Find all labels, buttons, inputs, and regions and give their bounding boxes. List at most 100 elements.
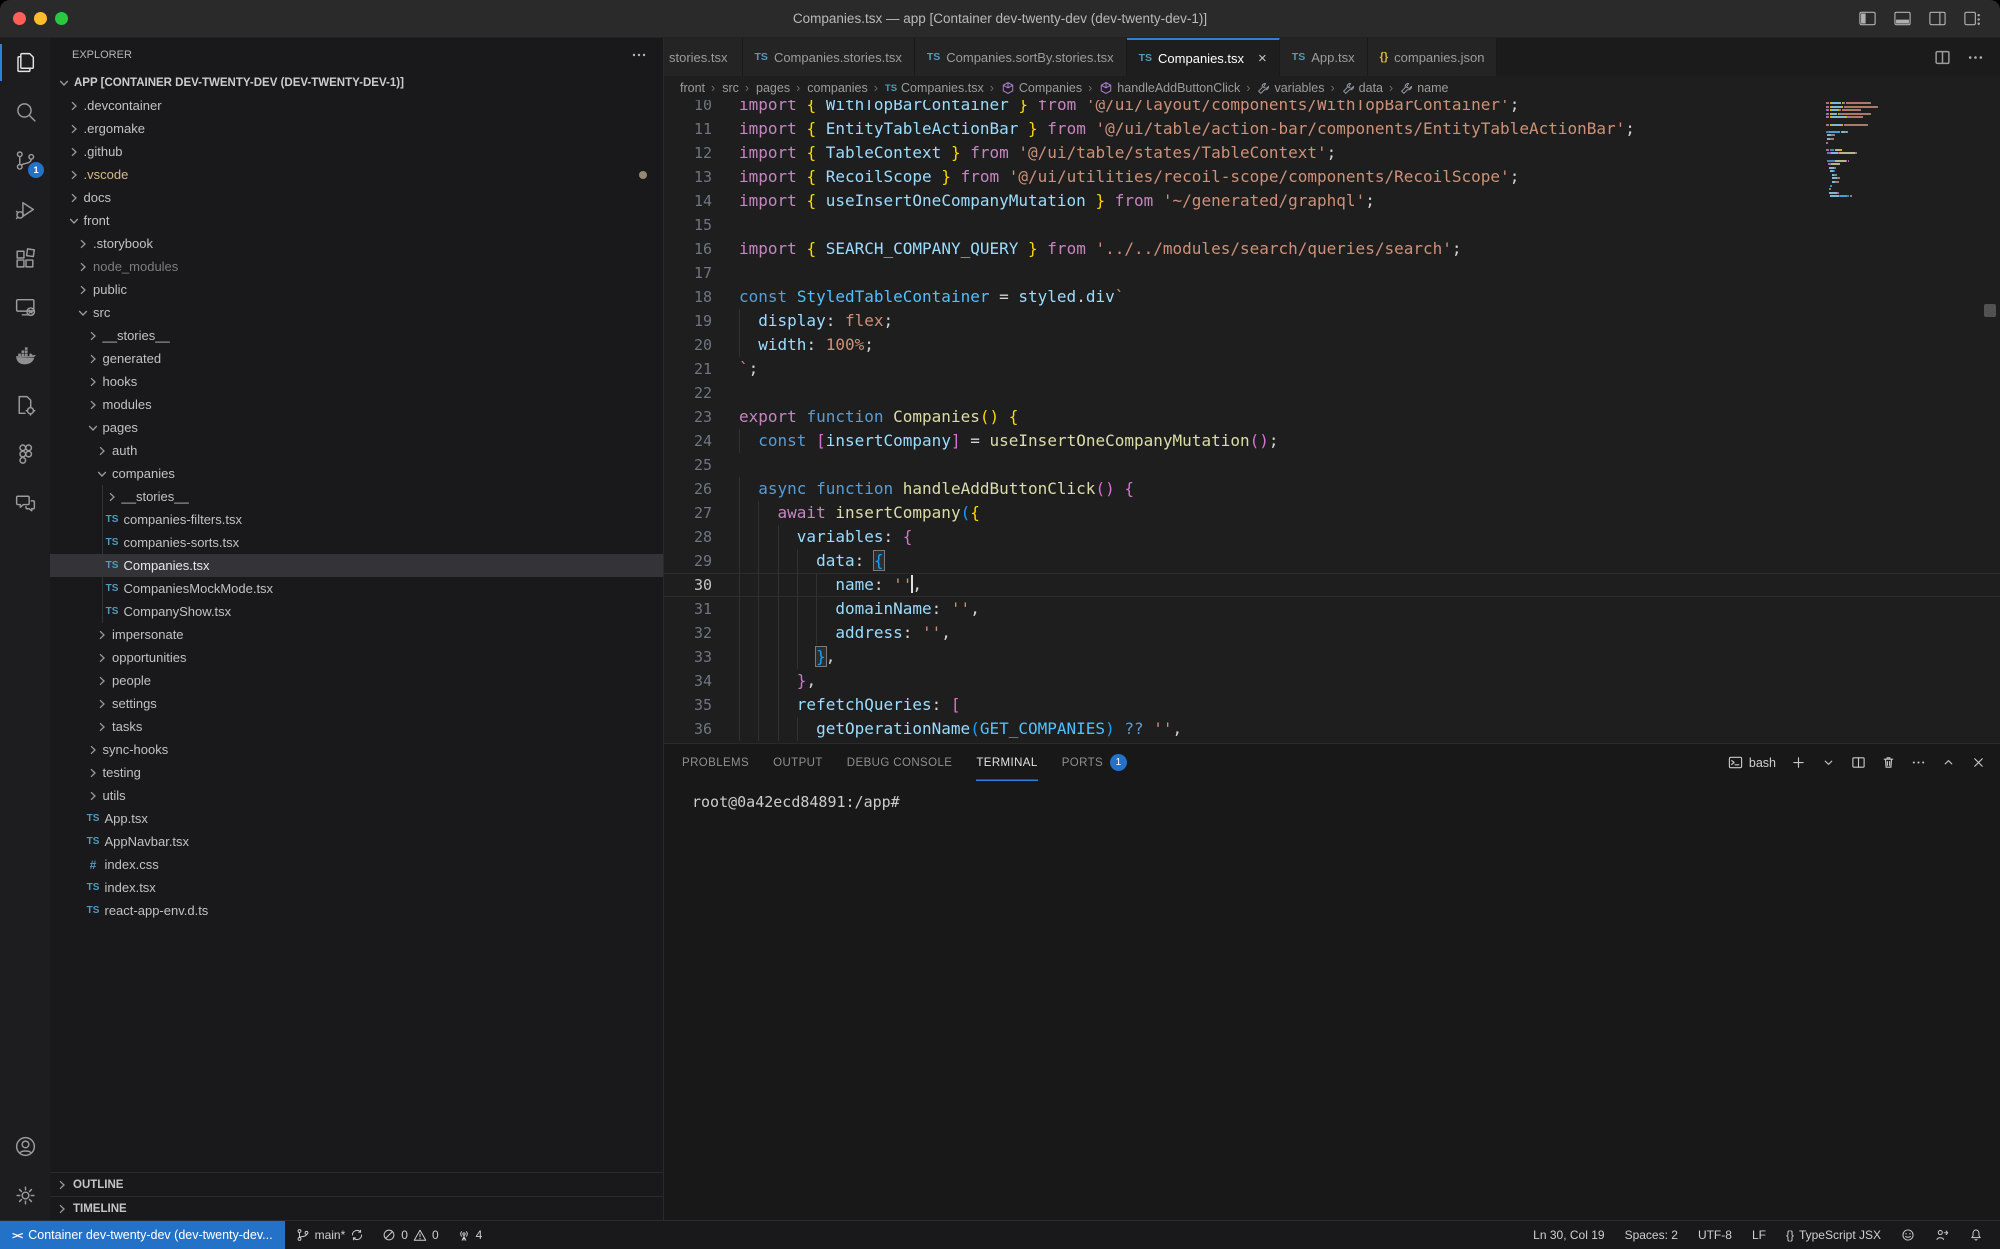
close-panel-icon[interactable] bbox=[1971, 755, 1986, 770]
editor-tab-companies-sortby-stories-tsx[interactable]: TSCompanies.sortBy.stories.tsx bbox=[915, 38, 1127, 76]
maximize-panel-icon[interactable] bbox=[1941, 755, 1956, 770]
code-line-27[interactable]: 27 await insertCompany({ bbox=[664, 501, 2000, 525]
remote-indicator[interactable]: >< Container dev-twenty-dev (dev-twenty-… bbox=[0, 1221, 285, 1249]
code-line-22[interactable]: 22 bbox=[664, 381, 2000, 405]
tree-folder--stories-[interactable]: __stories__ bbox=[50, 324, 663, 347]
tree-file-appnavbar-tsx[interactable]: TSAppNavbar.tsx bbox=[50, 830, 663, 853]
minimize-window-button[interactable] bbox=[34, 12, 47, 25]
toggle-sidebar-icon[interactable] bbox=[1858, 9, 1877, 28]
eol-sequence[interactable]: LF bbox=[1745, 1221, 1773, 1249]
accounts-icon[interactable] bbox=[0, 1122, 50, 1171]
tree-folder-testing[interactable]: testing bbox=[50, 761, 663, 784]
code-line-25[interactable]: 25 bbox=[664, 453, 2000, 477]
code-line-12[interactable]: 12import { TableContext } from '@/ui/tab… bbox=[664, 141, 2000, 165]
source-control-icon[interactable]: 1 bbox=[0, 136, 50, 185]
minimap[interactable] bbox=[1826, 102, 1916, 199]
terminal-dropdown-chevron-icon[interactable] bbox=[1821, 755, 1836, 770]
tree-folder--vscode[interactable]: .vscode bbox=[50, 163, 663, 186]
close-window-button[interactable] bbox=[13, 12, 26, 25]
tree-folder-tasks[interactable]: tasks bbox=[50, 715, 663, 738]
tree-folder-modules[interactable]: modules bbox=[50, 393, 663, 416]
toggle-panel-icon[interactable] bbox=[1893, 9, 1912, 28]
breadcrumb-item-companies[interactable]: ›companies bbox=[793, 81, 868, 95]
tree-folder-node-modules[interactable]: node_modules bbox=[50, 255, 663, 278]
tree-file-companies-tsx[interactable]: TSCompanies.tsx bbox=[50, 554, 663, 577]
code-line-26[interactable]: 26 async function handleAddButtonClick()… bbox=[664, 477, 2000, 501]
terminal-shell-selector[interactable]: bash bbox=[1728, 755, 1776, 770]
zoom-window-button[interactable] bbox=[55, 12, 68, 25]
breadcrumb-item-variables[interactable]: ›variables bbox=[1243, 81, 1324, 95]
tree-folder-auth[interactable]: auth bbox=[50, 439, 663, 462]
tree-folder--stories-[interactable]: __stories__ bbox=[50, 485, 663, 508]
tree-file-companies-filters-tsx[interactable]: TScompanies-filters.tsx bbox=[50, 508, 663, 531]
explorer-icon[interactable] bbox=[0, 38, 50, 87]
editor-tab-companies-tsx[interactable]: TSCompanies.tsx× bbox=[1127, 38, 1280, 76]
cursor-position[interactable]: Ln 30, Col 19 bbox=[1526, 1221, 1611, 1249]
tree-folder-companies[interactable]: companies bbox=[50, 462, 663, 485]
remote-explorer-icon[interactable] bbox=[0, 283, 50, 332]
tree-folder-app-container-dev-twenty-dev-dev-twenty-dev-1-[interactable]: APP [CONTAINER DEV-TWENTY-DEV (DEV-TWENT… bbox=[50, 71, 663, 94]
code-line-30[interactable]: 30 name: '', bbox=[664, 573, 2000, 597]
tree-folder-sync-hooks[interactable]: sync-hooks bbox=[50, 738, 663, 761]
comments-icon[interactable] bbox=[0, 479, 50, 528]
code-line-32[interactable]: 32 address: '', bbox=[664, 621, 2000, 645]
code-line-13[interactable]: 13import { RecoilScope } from '@/ui/util… bbox=[664, 165, 2000, 189]
breadcrumb-item-name[interactable]: ›name bbox=[1386, 81, 1448, 95]
tree-folder-pages[interactable]: pages bbox=[50, 416, 663, 439]
search-icon[interactable] bbox=[0, 87, 50, 136]
split-terminal-icon[interactable] bbox=[1851, 755, 1866, 770]
panel-tab-debug-console[interactable]: DEBUG CONSOLE bbox=[847, 744, 953, 781]
tree-folder-generated[interactable]: generated bbox=[50, 347, 663, 370]
code-line-16[interactable]: 16import { SEARCH_COMPANY_QUERY } from '… bbox=[664, 237, 2000, 261]
indentation[interactable]: Spaces: 2 bbox=[1618, 1221, 1685, 1249]
breadcrumb-item-handleaddbuttonclick[interactable]: ›handleAddButtonClick bbox=[1085, 81, 1240, 95]
settings-gear-icon[interactable] bbox=[0, 1171, 50, 1220]
code-line-28[interactable]: 28 variables: { bbox=[664, 525, 2000, 549]
tree-folder-src[interactable]: src bbox=[50, 301, 663, 324]
tree-folder-people[interactable]: people bbox=[50, 669, 663, 692]
tree-folder-settings[interactable]: settings bbox=[50, 692, 663, 715]
outline-section[interactable]: OUTLINE bbox=[50, 1172, 663, 1196]
editor-scrollbar[interactable] bbox=[1984, 304, 1996, 317]
close-tab-icon[interactable]: × bbox=[1258, 51, 1267, 66]
feedback-smiley-icon[interactable] bbox=[1894, 1221, 1922, 1249]
code-line-19[interactable]: 19 display: flex; bbox=[664, 309, 2000, 333]
forwarded-ports-status[interactable]: 4 bbox=[450, 1221, 490, 1249]
tree-file-app-tsx[interactable]: TSApp.tsx bbox=[50, 807, 663, 830]
code-line-14[interactable]: 14import { useInsertOneCompanyMutation }… bbox=[664, 189, 2000, 213]
breadcrumb-item-src[interactable]: ›src bbox=[708, 81, 739, 95]
code-line-23[interactable]: 23export function Companies() { bbox=[664, 405, 2000, 429]
explorer-more-actions-icon[interactable] bbox=[631, 47, 647, 63]
code-line-29[interactable]: 29 data: { bbox=[664, 549, 2000, 573]
remote-user-icon[interactable] bbox=[1928, 1221, 1956, 1249]
code-line-20[interactable]: 20 width: 100%; bbox=[664, 333, 2000, 357]
editor-tab-stories-tsx[interactable]: stories.tsx bbox=[664, 38, 743, 76]
split-editor-icon[interactable] bbox=[1934, 49, 1951, 66]
git-branch-status[interactable]: main* bbox=[289, 1221, 372, 1249]
code-line-10[interactable]: 10import { WithTopBarContainer } from '@… bbox=[664, 100, 2000, 117]
code-line-31[interactable]: 31 domainName: '', bbox=[664, 597, 2000, 621]
code-line-17[interactable]: 17 bbox=[664, 261, 2000, 285]
tree-file-index-css[interactable]: #index.css bbox=[50, 853, 663, 876]
encoding[interactable]: UTF-8 bbox=[1691, 1221, 1739, 1249]
code-line-24[interactable]: 24 const [insertCompany] = useInsertOneC… bbox=[664, 429, 2000, 453]
figma-icon[interactable] bbox=[0, 430, 50, 479]
tree-folder-hooks[interactable]: hooks bbox=[50, 370, 663, 393]
customize-layout-icon[interactable] bbox=[1963, 9, 1982, 28]
run-debug-icon[interactable] bbox=[0, 185, 50, 234]
tree-file-companyshow-tsx[interactable]: TSCompanyShow.tsx bbox=[50, 600, 663, 623]
breadcrumb-item-companies-tsx[interactable]: ›TSCompanies.tsx bbox=[871, 81, 984, 95]
tree-folder--github[interactable]: .github bbox=[50, 140, 663, 163]
tree-folder--ergomake[interactable]: .ergomake bbox=[50, 117, 663, 140]
panel-tab-terminal[interactable]: TERMINAL bbox=[976, 744, 1037, 781]
tree-folder-front[interactable]: front bbox=[50, 209, 663, 232]
tree-folder-public[interactable]: public bbox=[50, 278, 663, 301]
editor-tab-app-tsx[interactable]: TSApp.tsx bbox=[1280, 38, 1368, 76]
bell-icon[interactable] bbox=[1962, 1221, 1990, 1249]
tree-folder-impersonate[interactable]: impersonate bbox=[50, 623, 663, 646]
terminal-output[interactable]: root@0a42ecd84891:/app# bbox=[664, 781, 2000, 1220]
problems-status[interactable]: 0 0 bbox=[375, 1221, 445, 1249]
extensions-icon[interactable] bbox=[0, 234, 50, 283]
breadcrumb-item-pages[interactable]: ›pages bbox=[742, 81, 790, 95]
kill-terminal-icon[interactable] bbox=[1881, 755, 1896, 770]
